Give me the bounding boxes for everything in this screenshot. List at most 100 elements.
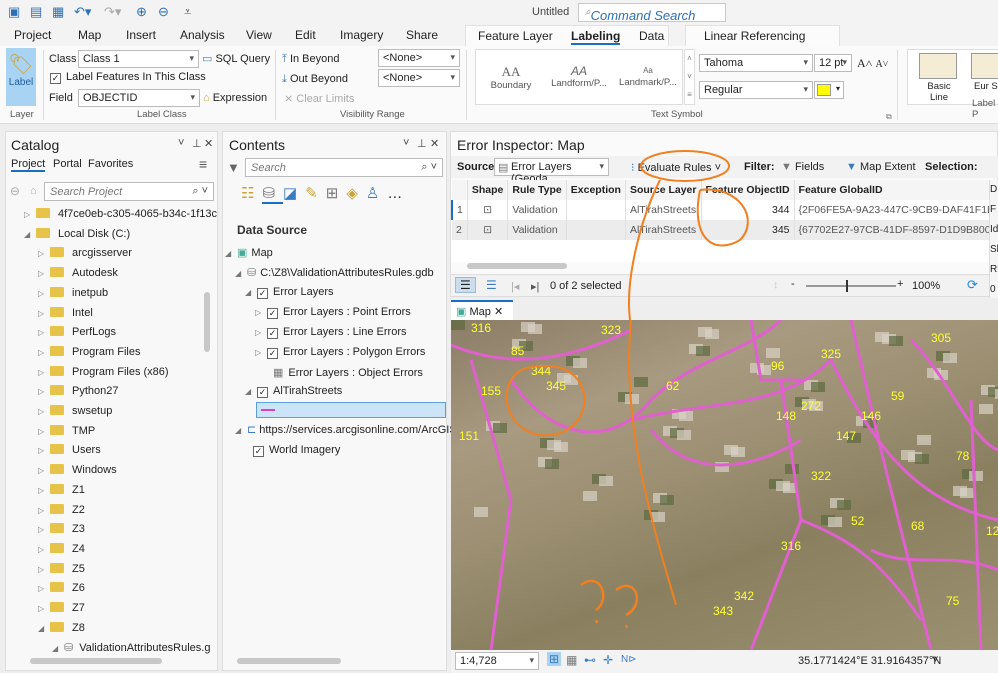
expand-icon[interactable]: ▷ <box>38 604 50 613</box>
world-imagery-layer[interactable]: ✓ World Imagery <box>253 444 340 457</box>
snapping-icon[interactable]: ⊞ <box>326 185 347 202</box>
catalog-item[interactable]: ▷ Program Files <box>38 345 140 358</box>
evaluate-rules-button[interactable]: ⁝ Evaluate Rules ˅ <box>631 161 721 174</box>
tab-data[interactable]: Data <box>639 29 664 43</box>
dialog-launcher-icon[interactable]: ⧉ <box>886 112 892 122</box>
style-boundary[interactable]: AA Boundary <box>486 64 536 91</box>
out-beyond-dropdown[interactable]: <None> <box>378 69 460 87</box>
close-icon[interactable]: ✕ <box>494 306 503 318</box>
font-dropdown[interactable]: Tahoma <box>699 54 813 72</box>
close-icon[interactable]: ✕ <box>204 137 213 150</box>
home-icon[interactable]: ⌂ <box>30 185 37 197</box>
labeling-icon[interactable]: ◈ <box>346 185 366 202</box>
map-node[interactable]: ◢ ▣ Map <box>225 246 273 259</box>
column-header[interactable]: Source Layer <box>625 180 702 200</box>
tab-project[interactable]: Project <box>14 28 51 42</box>
expand-icon[interactable]: ▷ <box>38 309 50 318</box>
back-icon[interactable]: ⊖ <box>10 184 20 198</box>
service-node[interactable]: ◢ ⊏ https://services.arcgisonline.com/ArcG… <box>235 423 460 436</box>
editing-icon[interactable]: ✎ <box>305 185 326 202</box>
expand-icon[interactable]: ▷ <box>38 525 50 534</box>
zoom-level[interactable]: 100% <box>912 280 940 292</box>
point-errors-layer[interactable]: ▷ ✓ Error Layers : Point Errors <box>255 306 411 319</box>
expand-icon[interactable]: ◢ <box>24 230 36 239</box>
tab-feature-layer[interactable]: Feature Layer <box>478 29 553 43</box>
expand-icon[interactable]: ▷ <box>38 269 50 278</box>
catalog-item[interactable]: ▷ Python27 <box>38 385 118 397</box>
table-row[interactable]: 1 ⊡ Validation AlTirahStreets 344 {2F06FE5A-9… <box>451 200 989 220</box>
contents-search-input[interactable]: Search ⌕ ˅ <box>245 158 443 177</box>
font-style-dropdown[interactable]: Regular <box>699 81 813 99</box>
pane-menu-icon[interactable]: ˅ <box>178 137 184 149</box>
grow-font-icon[interactable]: A˄ A˅ <box>857 56 888 71</box>
eur-thumbnail[interactable] <box>971 53 998 79</box>
catalog-item[interactable]: ▷ 4f7ce0eb-c305-4065-b34c-1f13c <box>24 208 217 220</box>
basic-line-thumbnail[interactable] <box>919 53 957 79</box>
expand-icon[interactable]: ▷ <box>38 407 50 416</box>
field-dropdown[interactable]: OBJECTID <box>78 89 200 107</box>
column-header[interactable]: Exception <box>566 180 626 200</box>
expand-icon[interactable]: ◢ <box>38 624 50 633</box>
sql-query-button[interactable]: ▭ SQL Query <box>202 52 270 65</box>
out-beyond-button[interactable]: ⤓ Out Beyond <box>282 73 348 86</box>
catalog-item[interactable]: ▷ Z1 <box>38 483 85 496</box>
in-beyond-dropdown[interactable]: <None> <box>378 49 460 67</box>
expand-icon[interactable]: ▷ <box>38 486 50 495</box>
redo-icon[interactable]: ↷▾ <box>104 4 121 20</box>
prev-icon[interactable]: |◂ <box>511 280 519 293</box>
search-project-input[interactable]: Search Project ⌕ ˅ <box>44 182 214 201</box>
command-search-input[interactable]: ⌕ Command Search (Alt+Q) <box>578 3 726 38</box>
fields-filter-button[interactable]: ▼ Fields <box>781 161 824 173</box>
tab-share[interactable]: Share <box>406 28 438 42</box>
map-tab[interactable]: ▣ Map ✕ <box>451 300 513 320</box>
catalog-item[interactable]: ▷ Windows <box>38 464 117 476</box>
pane-menu-icon[interactable]: ˅ <box>403 137 409 149</box>
streets-symbol-row[interactable] <box>256 402 446 418</box>
selected-view-icon[interactable]: ☰ <box>486 278 497 292</box>
catalog-item[interactable]: ▷ Z5 <box>38 562 85 575</box>
polygon-errors-layer[interactable]: ▷ ✓ Error Layers : Polygon Errors <box>255 346 425 359</box>
more-icon[interactable]: … <box>387 185 410 202</box>
gallery-scroll[interactable]: ˄ ˅ ≡ <box>684 49 695 105</box>
snapping-toggle-icon[interactable]: ⊞ <box>547 652 562 666</box>
object-errors-table[interactable]: ▦ Error Layers : Object Errors <box>273 366 423 379</box>
catalog-item[interactable]: ▷ Autodesk <box>38 267 118 279</box>
expand-icon[interactable]: ▷ <box>38 446 50 455</box>
expand-icon[interactable]: ▷ <box>38 466 50 475</box>
table-row[interactable]: 2 ⊡ Validation AlTirahStreets 345 {67702E27-9… <box>452 220 989 240</box>
undo-icon[interactable]: ↶▾ <box>74 4 91 20</box>
tab-catalog-project[interactable]: Project <box>11 158 46 172</box>
pin-icon[interactable]: ⊥ <box>417 137 427 150</box>
expression-button[interactable]: ⌂ Expression <box>203 92 267 104</box>
pin-icon[interactable]: ⊥ <box>192 137 202 150</box>
tab-map[interactable]: Map <box>78 28 101 42</box>
tab-imagery[interactable]: Imagery <box>340 28 383 42</box>
correction-icon[interactable]: ✛ <box>603 653 613 667</box>
catalog-item[interactable]: ▷ Program Files (x86) <box>38 365 169 378</box>
expand-icon[interactable]: ▷ <box>38 545 50 554</box>
map-view[interactable]: 316 323 155 85 344 345 151 62 96 325 305 59 146 272 14… <box>451 320 998 650</box>
expand-icon[interactable]: ▷ <box>38 368 50 377</box>
expand-icon[interactable]: ◢ <box>52 644 64 653</box>
refresh-icon[interactable]: ⟳ <box>967 277 978 293</box>
expand-icon[interactable]: ▷ <box>38 348 50 357</box>
open-project-icon[interactable]: ▤ <box>30 4 42 20</box>
catalog-item[interactable]: ▷ TMP <box>38 424 95 437</box>
catalog-item[interactable]: ▷ Z6 <box>38 582 85 594</box>
zoom-out-icon[interactable]: ⊖ <box>158 4 169 20</box>
row-number[interactable]: 1 <box>451 200 468 220</box>
catalog-item[interactable]: ◢ Z8 <box>38 621 85 634</box>
line-errors-layer[interactable]: ▷ ✓ Error Layers : Line Errors <box>255 326 406 339</box>
tab-insert[interactable]: Insert <box>126 28 156 42</box>
tab-edit[interactable]: Edit <box>295 28 316 42</box>
zoom-minus[interactable]: - <box>791 278 795 290</box>
tab-catalog-favorites[interactable]: Favorites <box>88 158 133 170</box>
table-view-icon[interactable]: ☰ <box>455 277 476 293</box>
catalog-item[interactable]: ▷ swsetup <box>38 405 112 417</box>
font-size-dropdown[interactable]: 12 pt <box>814 54 852 72</box>
streets-layer[interactable]: ◢ ✓ AlTirahStreets <box>245 385 342 398</box>
customize-icon[interactable]: ⩡ <box>184 4 191 20</box>
in-beyond-button[interactable]: ⤒ In Beyond <box>282 53 339 66</box>
tab-linear-referencing[interactable]: Linear Referencing <box>704 29 805 43</box>
error-layers-node[interactable]: ◢ ✓ Error Layers <box>245 286 334 299</box>
